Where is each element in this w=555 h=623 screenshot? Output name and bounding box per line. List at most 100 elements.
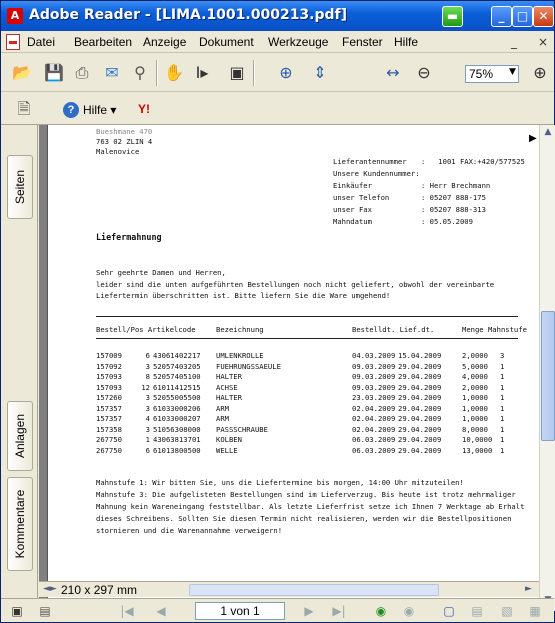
secondary-toolbar: 🗎 ? Hilfe ▾ Y! — [1, 93, 554, 125]
column-header: Bestell/Pos Artikelcode — [96, 325, 196, 334]
previous-page-icon[interactable]: ◀ — [153, 603, 169, 619]
window-title: Adobe Reader - [LIMA.1001.000213.pdf] — [29, 7, 348, 23]
fit-page-icon[interactable]: ⇕ — [309, 62, 331, 84]
footer-line: Mahnstufe 3: Die aufgelisteten Bestellun… — [96, 490, 516, 499]
item-name: ARM — [216, 414, 229, 423]
item-name: WELLE — [216, 445, 238, 455]
hand-tool-icon[interactable]: ✋ — [163, 62, 185, 84]
zoom-in-tool-icon[interactable]: ⊕ — [275, 62, 297, 84]
chevron-down-icon[interactable]: ▼ — [509, 67, 516, 77]
item-name: PASSSCHRAUBE — [216, 424, 268, 434]
help-button[interactable]: ? Hilfe ▾ — [61, 100, 116, 120]
info-label: Unsere Kundennummer: — [333, 169, 420, 178]
quantity: 13,0000 — [462, 445, 493, 455]
footer-line: dieses Schreibens. Sollten Sie diesen Te… — [96, 514, 512, 523]
order-number: 267750 — [96, 435, 122, 444]
zoom-in-icon[interactable]: ⊕ — [529, 62, 551, 84]
document-icon[interactable] — [6, 34, 20, 50]
quantity: 1,0000 — [462, 403, 488, 413]
article-code: 61013800500 — [153, 445, 201, 455]
snapshot-icon[interactable]: ▣ — [226, 62, 248, 84]
search-icon[interactable]: ⚲ — [129, 62, 151, 84]
order-date: 09.03.2009 — [352, 382, 396, 392]
info-value: : 05.05.2009 — [421, 217, 473, 226]
position: 6 — [145, 351, 150, 360]
reminder-level: 3 — [500, 351, 505, 360]
delivery-date: 29.04.2009 — [398, 403, 442, 413]
title-bar[interactable]: A Adobe Reader - [LIMA.1001.000213.pdf] … — [1, 1, 554, 31]
continuous-icon[interactable]: ▤ — [37, 603, 53, 619]
tab-anlagen[interactable]: Anlagen — [7, 401, 33, 471]
order-number: 157357 — [96, 403, 122, 413]
print-icon[interactable]: ⎙ — [71, 62, 93, 84]
menu-werkzeuge[interactable]: Werkzeuge — [268, 35, 328, 49]
select-text-icon[interactable]: I▸ — [191, 62, 213, 84]
reminder-level: 1 — [500, 393, 505, 402]
last-page-icon[interactable]: ▶| — [331, 603, 347, 619]
delivery-date: 29.04.2009 — [398, 445, 442, 455]
menu-fenster[interactable]: Fenster — [342, 35, 383, 49]
minimize-icon: _ — [498, 9, 505, 23]
scroll-right-icon[interactable]: ► — [525, 584, 532, 594]
single-page-view-icon[interactable]: ▢ — [441, 603, 457, 619]
address-line: Malenovice — [96, 147, 140, 156]
yahoo-icon[interactable]: Y! — [138, 102, 150, 116]
go-forward-icon[interactable]: ◉ — [401, 603, 417, 619]
tab-kommentare[interactable]: Kommentare — [7, 477, 33, 571]
menu-dokument[interactable]: Dokument — [199, 35, 254, 49]
article-code: 52057403205 — [153, 361, 201, 371]
first-page-icon[interactable]: |◀ — [119, 603, 135, 619]
delivery-date: 29.04.2009 — [398, 372, 442, 381]
menu-anzeige[interactable]: Anzeige — [143, 35, 186, 49]
item-name: ARM — [216, 403, 229, 413]
close-icon: ✕ — [538, 9, 549, 23]
doc-minimize-button[interactable]: _ — [511, 35, 517, 49]
open-icon[interactable]: 📂 — [11, 62, 33, 84]
scroll-left-icon[interactable]: ◄► — [43, 584, 57, 594]
page-number-field[interactable]: 1 von 1 — [195, 602, 285, 620]
letter-heading: Liefermahnung — [96, 232, 162, 242]
reminder-level: 1 — [500, 445, 505, 455]
reminder-level: 1 — [500, 435, 505, 444]
email-icon[interactable]: ✉ — [101, 62, 123, 84]
position: 3 — [145, 361, 150, 371]
tab-seiten[interactable]: Seiten — [7, 155, 33, 219]
online-services-icon[interactable]: ▬ — [442, 6, 463, 27]
document-tools-icon[interactable]: 🗎 — [13, 98, 35, 120]
article-code: 43061402217 — [153, 351, 201, 360]
item-name: UMLENKROLLE — [216, 351, 264, 360]
menu-hilfe[interactable]: Hilfe — [394, 35, 418, 49]
save-icon[interactable]: 💾 — [43, 62, 65, 84]
fit-width-icon[interactable]: ↔ — [382, 62, 404, 84]
order-date: 04.03.2009 — [352, 351, 396, 360]
facing-view-icon[interactable]: ▧ — [499, 603, 515, 619]
position: 3 — [145, 403, 150, 413]
continuous-facing-icon[interactable]: ▦ — [527, 603, 543, 619]
maximize-button[interactable]: □ — [512, 6, 533, 27]
navigation-sidebar: Seiten Anlagen Kommentare — [1, 125, 38, 611]
zoom-out-icon[interactable]: ⊖ — [413, 62, 435, 84]
scroll-thumb[interactable] — [541, 311, 555, 441]
item-name: HALTER — [216, 372, 242, 381]
reminder-level: 1 — [500, 403, 505, 413]
maximize-icon: □ — [516, 9, 529, 23]
next-page-icon[interactable]: ▶ — [301, 603, 317, 619]
article-code: 61033000207 — [153, 414, 201, 423]
reminder-level: 1 — [500, 414, 505, 423]
document-view[interactable]: Bueshmane 470 763 02 ZLIN 4 Malenovice L… — [39, 125, 539, 611]
menu-bearbeiten[interactable]: Bearbeiten — [74, 35, 132, 49]
doc-close-button[interactable]: × — [538, 35, 548, 49]
close-button[interactable]: ✕ — [533, 6, 554, 27]
menu-datei[interactable]: Datei — [27, 35, 55, 49]
collapse-panel-icon[interactable]: ▶ — [529, 133, 537, 144]
go-back-icon[interactable]: ◉ — [373, 603, 389, 619]
continuous-view-icon[interactable]: ▤ — [469, 603, 485, 619]
vertical-scrollbar[interactable]: ▲ ▼ — [539, 125, 555, 611]
tab-anlagen-label: Anlagen — [13, 413, 27, 459]
scroll-up-icon[interactable]: ▲ — [542, 127, 554, 141]
help-icon: ? — [63, 102, 79, 118]
minimize-button[interactable]: _ — [491, 6, 512, 27]
column-header: Bestelldt. Lief.dt. — [352, 325, 435, 334]
single-page-icon[interactable]: ▣ — [9, 603, 25, 619]
horizontal-scroll-thumb[interactable] — [189, 584, 439, 596]
